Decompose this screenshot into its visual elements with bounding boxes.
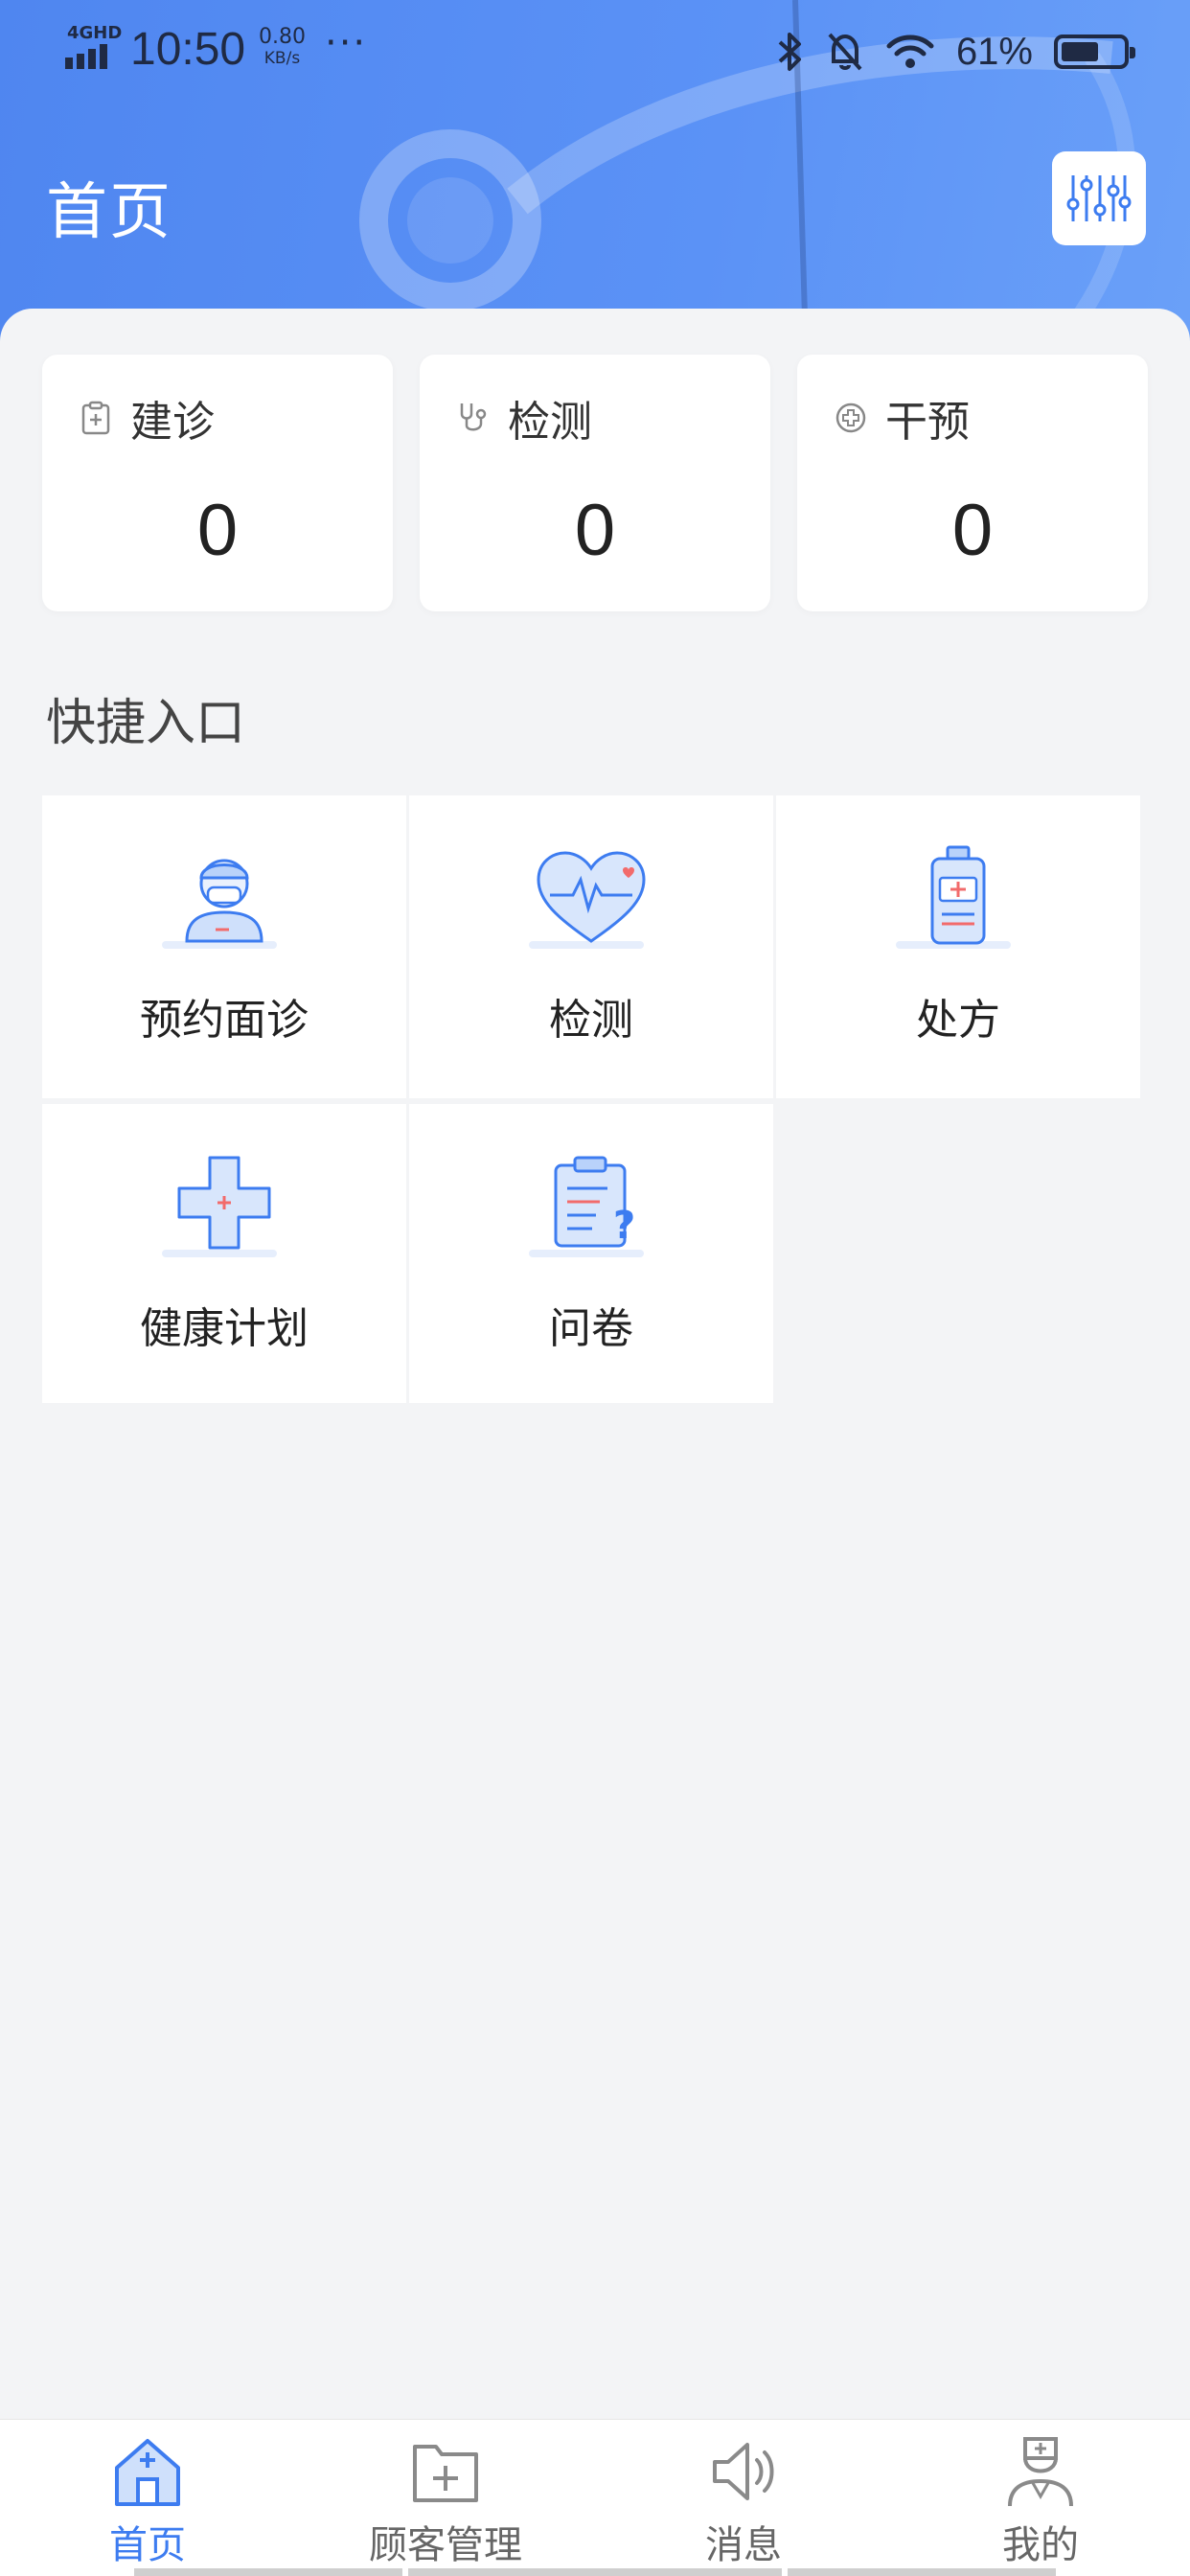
speaker-icon xyxy=(713,2443,774,2500)
stat-card-diagnosis[interactable]: 建诊 0 xyxy=(42,355,393,611)
tab-profile[interactable]: 我的 xyxy=(926,2433,1156,2569)
quick-entry-health-plan[interactable]: 健康计划 xyxy=(42,1104,406,1403)
home-indicator xyxy=(0,2568,1190,2576)
bluetooth-icon xyxy=(778,33,801,71)
tab-label: 我的 xyxy=(1002,2523,1079,2567)
quick-entry-label: 检测 xyxy=(549,996,633,1045)
stat-value: 0 xyxy=(196,490,239,571)
questionnaire-icon: ? xyxy=(529,1156,644,1257)
network-speed: 0.80 KB/s xyxy=(259,27,306,69)
clock: 10:50 xyxy=(130,24,246,75)
quick-entry-appointment[interactable]: 预约面诊 xyxy=(42,795,406,1098)
network-speed-value: 0.80 xyxy=(259,25,306,49)
network-speed-unit: KB/s xyxy=(263,49,301,68)
tab-label: 消息 xyxy=(705,2523,782,2567)
doctor-icon xyxy=(162,859,277,949)
header-action-button[interactable] xyxy=(1052,151,1146,245)
clipboard-plus-icon xyxy=(81,401,110,435)
quick-entry-label: 健康计划 xyxy=(140,1304,309,1353)
tab-messages[interactable]: 消息 xyxy=(629,2433,858,2569)
medicine-bottle-icon xyxy=(896,845,1011,949)
stat-card-intervention[interactable]: 干预 0 xyxy=(797,355,1148,611)
more-notifications-icon: ··· xyxy=(325,21,368,65)
quick-entry-prescription[interactable]: 处方 xyxy=(776,795,1140,1098)
plus-circle-icon xyxy=(835,402,866,433)
stat-label: 干预 xyxy=(885,398,970,447)
page-title: 首页 xyxy=(46,177,172,248)
stethoscope-icon xyxy=(460,403,487,431)
heart-monitor-icon xyxy=(529,851,646,949)
main-content: 建诊 0 检测 0 干预 0 快捷入口 预约面诊 检测 处方 健康计划 ? 问卷 xyxy=(0,309,1190,2417)
header-banner: 4GHD 10:50 0.80 KB/s ··· 61% 首页 xyxy=(0,0,1190,345)
folder-plus-icon xyxy=(413,2445,478,2502)
stat-card-header: 检测 xyxy=(456,387,592,448)
quick-entry-questionnaire[interactable]: ? 问卷 xyxy=(409,1104,773,1403)
stat-card-header: 干预 xyxy=(834,387,970,448)
stat-card-header: 建诊 xyxy=(79,387,215,448)
svg-text:?: ? xyxy=(613,1204,635,1248)
tab-home[interactable]: 首页 xyxy=(33,2433,263,2569)
battery-percent: 61% xyxy=(955,30,1033,73)
bottom-tab-bar: 首页 顾客管理 消息 我的 xyxy=(0,2419,1190,2576)
quick-entry-label: 问卷 xyxy=(549,1304,633,1353)
quick-entry-title: 快捷入口 xyxy=(46,695,246,752)
network-type: 4GHD xyxy=(67,23,123,43)
quick-entry-label: 预约面诊 xyxy=(140,996,309,1045)
mute-bell-icon xyxy=(828,33,862,71)
wifi-icon xyxy=(886,34,934,68)
stats-row: 建诊 0 检测 0 干预 0 xyxy=(42,355,1148,611)
battery-icon xyxy=(1054,34,1135,69)
stat-value: 0 xyxy=(951,490,994,571)
quick-entry-detection[interactable]: 检测 xyxy=(409,795,773,1098)
quick-entry-label: 处方 xyxy=(916,996,1000,1045)
signal-bars-icon xyxy=(65,44,107,69)
tab-label: 顾客管理 xyxy=(369,2523,522,2567)
stat-value: 0 xyxy=(574,490,616,571)
stat-label: 检测 xyxy=(508,398,592,447)
data-sliders-icon xyxy=(1066,175,1132,221)
tab-label: 首页 xyxy=(109,2523,186,2567)
battery-level-fill xyxy=(1062,42,1098,61)
stat-label: 建诊 xyxy=(130,398,215,447)
medical-cross-icon xyxy=(162,1156,277,1257)
status-right: 61% xyxy=(776,25,1135,79)
tab-customer-management[interactable]: 顾客管理 xyxy=(331,2433,561,2569)
stat-card-detection[interactable]: 检测 0 xyxy=(420,355,770,611)
hospital-home-icon xyxy=(115,2439,180,2506)
doctor-profile-icon xyxy=(1008,2437,1073,2507)
status-bar: 4GHD 10:50 0.80 KB/s ··· 61% xyxy=(0,0,1190,96)
